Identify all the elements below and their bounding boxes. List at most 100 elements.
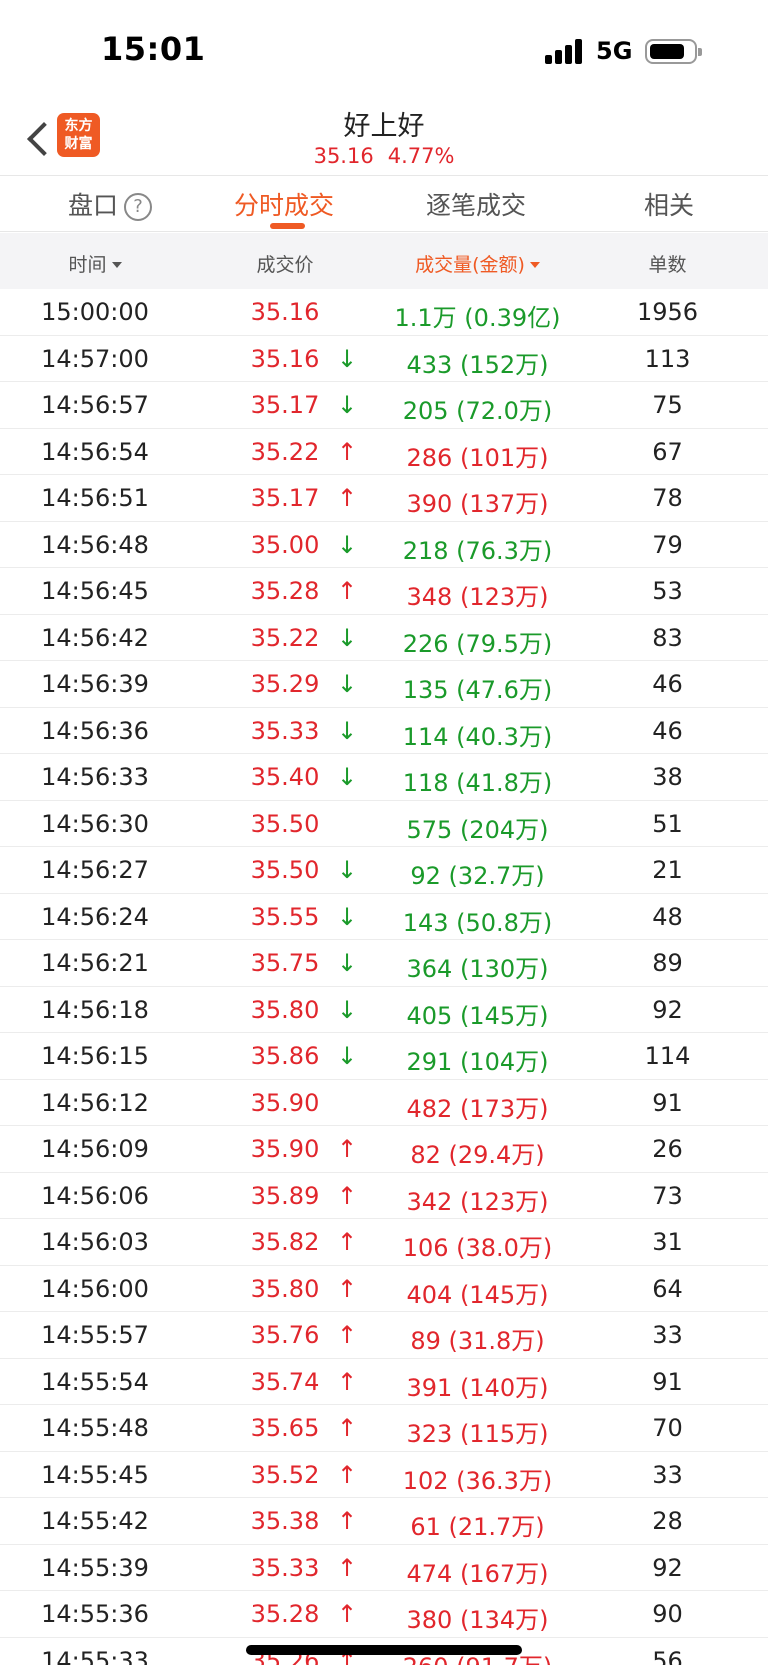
page-title: 好上好 — [343, 111, 425, 142]
trade-price: 35.16 — [250, 344, 320, 373]
table-row: 14:56:09 35.90 ↑ 82 (29.4万) 26 — [0, 1126, 768, 1173]
trade-time: 15:00:00 — [41, 298, 149, 326]
table-row: 15:00:00 35.16 1.1万 (0.39亿) 1956 — [0, 289, 768, 336]
trade-count: 28 — [652, 1507, 683, 1535]
up-arrow-icon: ↑ — [336, 484, 358, 512]
trade-price: 35.50 — [250, 856, 320, 884]
trade-time: 14:56:51 — [41, 484, 149, 512]
trade-time: 14:55:36 — [41, 1600, 149, 1628]
trade-volume: 474 (167万) — [406, 1559, 549, 1588]
trade-volume: 106 (38.0万) — [402, 1234, 553, 1262]
trade-volume: 390 (137万) — [406, 490, 549, 518]
trade-time: 14:55:54 — [41, 1367, 149, 1396]
trade-volume: 118 (41.8万) — [402, 769, 553, 797]
trade-time: 14:56:39 — [41, 670, 149, 698]
table-row: 14:56:21 35.75 ↓ 364 (130万) 89 — [0, 940, 768, 987]
up-arrow-icon: ↑ — [336, 1274, 358, 1303]
trade-price: 35.75 — [250, 949, 320, 977]
trade-price: 35.76 — [250, 1321, 320, 1349]
table-row: 14:57:00 35.16 ↓ 433 (152万) 113 — [0, 336, 768, 382]
column-time-header[interactable]: 时间 — [0, 250, 190, 277]
table-row: 14:56:18 35.80 ↓ 405 (145万) 92 — [0, 987, 768, 1033]
down-arrow-icon: ↓ — [336, 763, 358, 791]
trade-count: 48 — [652, 902, 683, 931]
trade-volume: 102 (36.3万) — [402, 1466, 553, 1495]
table-row: 14:56:36 35.33 ↓ 114 (40.3万) 46 — [0, 708, 768, 754]
table-header: 时间 成交价 成交量(金额) 单数 — [0, 233, 768, 289]
trade-count: 51 — [652, 809, 683, 838]
trade-volume: 342 (123万) — [406, 1187, 549, 1216]
trade-volume: 404 (145万) — [406, 1280, 549, 1309]
trade-count: 79 — [652, 530, 683, 559]
trade-time: 14:56:45 — [41, 577, 149, 605]
tab-bar: 盘口? 分时成交 逐笔成交 相关 — [0, 175, 768, 232]
up-arrow-icon: ↑ — [336, 1600, 358, 1628]
trade-price: 35.22 — [250, 437, 320, 466]
trade-volume: 143 (50.8万) — [402, 908, 553, 937]
trade-price: 35.82 — [250, 1228, 320, 1256]
trade-count: 46 — [652, 716, 683, 745]
trade-time: 14:56:48 — [41, 530, 149, 559]
down-arrow-icon: ↓ — [336, 1042, 358, 1070]
trade-price: 35.90 — [250, 1135, 320, 1163]
trade-time: 14:56:57 — [41, 391, 149, 419]
up-arrow-icon: ↑ — [336, 437, 358, 466]
trade-count: 83 — [652, 623, 683, 652]
help-icon[interactable]: ? — [124, 193, 153, 221]
tab-pankou[interactable]: 盘口? — [68, 186, 153, 222]
trade-time: 14:56:36 — [41, 716, 149, 745]
trade-count: 113 — [644, 344, 691, 373]
trade-volume: 135 (47.6万) — [402, 676, 553, 704]
down-arrow-icon: ↓ — [336, 856, 358, 884]
tab-related[interactable]: 相关 — [644, 186, 694, 222]
trade-price: 35.16 — [250, 298, 320, 326]
down-arrow-icon: ↓ — [336, 391, 358, 419]
trade-list[interactable]: 15:00:00 35.16 1.1万 (0.39亿) 1956 14:57:00 35.… — [0, 289, 768, 1665]
trade-count: 21 — [652, 856, 683, 884]
up-arrow-icon: ↑ — [336, 1228, 358, 1256]
trade-time: 14:56:18 — [41, 995, 149, 1024]
column-price-header: 成交价 — [256, 254, 314, 276]
up-arrow-icon: ↑ — [336, 1135, 358, 1163]
trade-volume: 114 (40.3万) — [402, 722, 553, 751]
table-row: 14:56:12 35.90 482 (173万) 91 — [0, 1080, 768, 1126]
trade-count: 114 — [644, 1042, 691, 1070]
trade-time: 14:56:24 — [41, 902, 149, 931]
column-volume-header[interactable]: 成交量(金额) — [370, 250, 585, 277]
table-row: 14:56:15 35.86 ↓ 291 (104万) 114 — [0, 1033, 768, 1080]
trade-price: 35.80 — [250, 995, 320, 1024]
trade-volume: 380 (134万) — [406, 1606, 549, 1634]
cellular-signal-icon — [545, 39, 585, 64]
tab-active-indicator — [270, 223, 305, 229]
trade-price: 35.22 — [250, 623, 320, 652]
up-arrow-icon: ↑ — [336, 1460, 358, 1489]
trade-price: 35.65 — [250, 1414, 320, 1442]
table-row: 14:56:48 35.00 ↓ 218 (76.3万) 79 — [0, 522, 768, 568]
trade-time: 14:56:30 — [41, 809, 149, 838]
trade-count: 33 — [652, 1321, 683, 1349]
trade-time: 14:55:42 — [41, 1507, 149, 1535]
trade-volume: 323 (115万) — [406, 1420, 549, 1448]
trade-volume: 1.1万 (0.39亿) — [394, 304, 561, 332]
trade-time: 14:55:48 — [41, 1414, 149, 1442]
trade-count: 33 — [652, 1460, 683, 1489]
trade-count: 64 — [652, 1274, 683, 1303]
trade-volume: 61 (21.7万) — [410, 1513, 545, 1541]
up-arrow-icon: ↑ — [336, 1321, 358, 1349]
table-row: 14:55:36 35.28 ↑ 380 (134万) 90 — [0, 1591, 768, 1638]
trade-price: 35.28 — [250, 1600, 320, 1628]
table-row: 14:55:54 35.74 ↑ 391 (140万) 91 — [0, 1359, 768, 1405]
down-arrow-icon: ↓ — [336, 716, 358, 745]
home-indicator — [246, 1645, 522, 1655]
table-row: 14:56:30 35.50 575 (204万) 51 — [0, 801, 768, 847]
trade-time: 14:56:42 — [41, 623, 149, 652]
trade-volume: 89 (31.8万) — [410, 1327, 545, 1355]
trade-time: 14:56:03 — [41, 1228, 149, 1256]
tab-tick-trades[interactable]: 逐笔成交 — [426, 186, 526, 222]
network-type: 5G — [596, 37, 633, 65]
up-arrow-icon: ↑ — [336, 1181, 358, 1210]
column-count-header: 单数 — [648, 254, 687, 276]
tab-minute-trades[interactable]: 分时成交 — [234, 186, 334, 222]
trade-price: 35.74 — [250, 1367, 320, 1396]
table-row: 14:56:03 35.82 ↑ 106 (38.0万) 31 — [0, 1219, 768, 1266]
